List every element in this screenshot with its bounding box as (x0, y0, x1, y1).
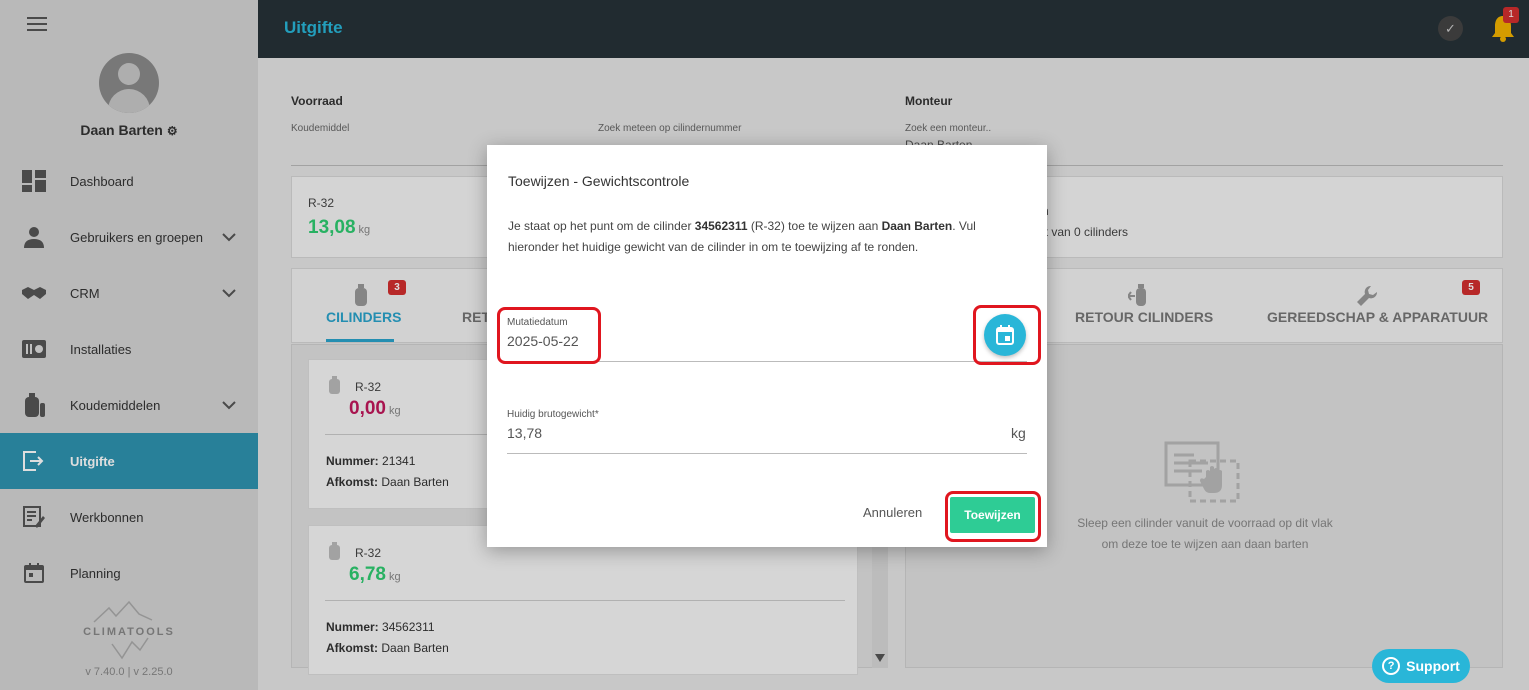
highlight-assign-button (945, 491, 1041, 542)
highlight-date-field (497, 307, 601, 364)
weight-field-label: Huidig brutogewicht* (507, 409, 599, 420)
weight-field[interactable]: 13,78 (507, 425, 542, 441)
cancel-button[interactable]: Annuleren (863, 505, 922, 520)
support-button[interactable]: ? Support (1372, 649, 1470, 683)
highlight-calendar-button (973, 305, 1041, 365)
weight-field-underline (507, 453, 1027, 454)
weight-unit: kg (1011, 425, 1026, 441)
dialog-message: Je staat op het punt om de cilinder 3456… (508, 219, 976, 254)
help-icon: ? (1382, 657, 1401, 675)
dialog-title: Toewijzen - Gewichtscontrole (508, 173, 690, 189)
